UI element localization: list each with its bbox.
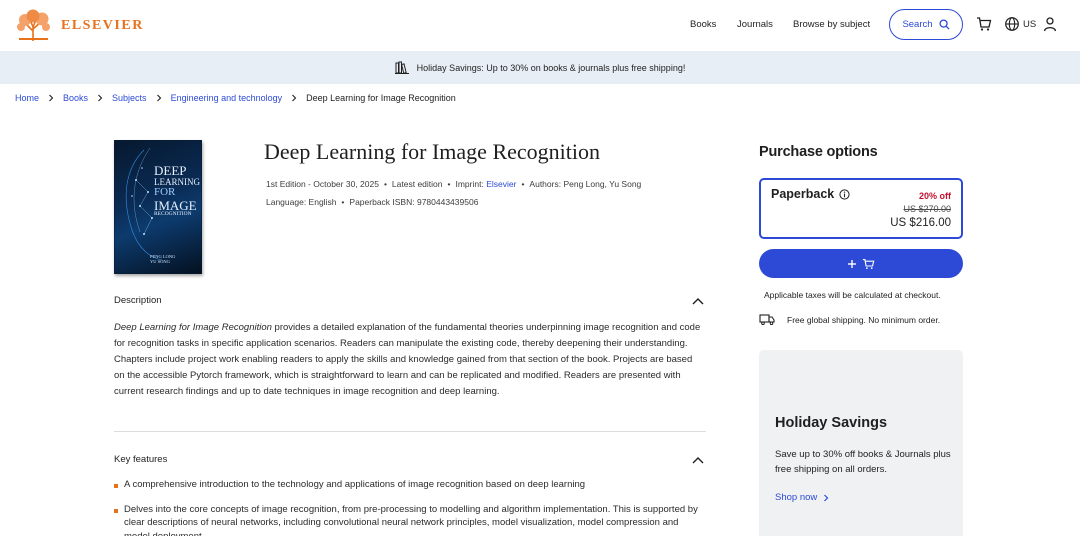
- cart-icon[interactable]: [976, 16, 992, 32]
- book-authors: Authors: Peng Long, Yu Song: [529, 179, 642, 189]
- search-icon: [939, 19, 950, 30]
- feature-text: A comprehensive introduction to the tech…: [124, 479, 586, 490]
- info-icon[interactable]: [839, 188, 850, 200]
- chevron-right-icon: [49, 94, 54, 102]
- option-name-label: Paperback: [771, 187, 835, 201]
- book-language: Language: English: [266, 197, 337, 207]
- holiday-promo-card: Holiday Savings Save up to 30% off books…: [759, 350, 963, 536]
- edition-status: Latest edition: [391, 179, 443, 189]
- page-title: Deep Learning for Image Recognition: [264, 139, 600, 164]
- discount-badge: 20% off: [918, 191, 951, 201]
- cart-icon: [862, 258, 875, 269]
- chevron-up-icon[interactable]: [692, 297, 704, 305]
- site-header: ELSEVIER Books Journals Browse by subjec…: [0, 0, 1080, 51]
- shop-now-label: Shop now: [775, 492, 818, 503]
- promo-banner[interactable]: Holiday Savings: Up to 30% on books & jo…: [0, 51, 1080, 84]
- plus-icon: [848, 259, 856, 268]
- chevron-up-icon[interactable]: [692, 456, 704, 464]
- imprint-link[interactable]: Elsevier: [486, 179, 516, 189]
- book-meta-line-1: 1st Edition - October 30, 2025 • Latest ed…: [266, 179, 642, 189]
- user-icon[interactable]: [1042, 16, 1058, 32]
- nav-journals[interactable]: Journals: [737, 19, 773, 30]
- truck-icon: [759, 314, 775, 325]
- bullet-icon: [114, 508, 118, 513]
- paperback-option[interactable]: Paperback 20% off US $270.00 US $216.00: [759, 178, 963, 239]
- shop-now-link[interactable]: Shop now: [775, 492, 830, 503]
- search-button-label: Search: [902, 19, 933, 30]
- banner-text: Holiday Savings: Up to 30% on books & jo…: [416, 62, 686, 73]
- key-features-list: A comprehensive introduction to the tech…: [114, 478, 706, 536]
- cover-title: DEEP LEARNING FOR IMAGE RECOGNITION: [154, 164, 200, 218]
- cover-title-line: FOR: [154, 186, 176, 199]
- logo-text: ELSEVIER: [61, 17, 144, 33]
- feature-text: Delves into the core concepts of image r…: [124, 503, 698, 536]
- cover-authors: PENG LONG YU SONG: [150, 254, 175, 265]
- cover-title-line: IMAGE: [154, 197, 197, 213]
- cover-title-line: DEEP: [154, 163, 187, 178]
- purchase-options-title: Purchase options: [759, 144, 878, 160]
- old-price: US $270.00: [903, 204, 951, 214]
- breadcrumb-books[interactable]: Books: [63, 93, 88, 103]
- nav-books[interactable]: Books: [690, 19, 716, 30]
- book-cover[interactable]: DEEP LEARNING FOR IMAGE RECOGNITION PENG…: [114, 140, 202, 274]
- books-icon: [394, 61, 409, 74]
- globe-icon[interactable]: [1004, 16, 1020, 32]
- list-item: Delves into the core concepts of image r…: [114, 503, 706, 536]
- promo-text: Save up to 30% off books & Journals plus…: [775, 449, 951, 475]
- shipping-info: Free global shipping. No minimum order.: [759, 314, 940, 325]
- nav-browse-by-subject[interactable]: Browse by subject: [793, 19, 870, 30]
- chevron-right-icon: [824, 494, 829, 501]
- book-meta-line-2: Language: English • Paperback ISBN: 978044…: [266, 197, 479, 207]
- bullet-icon: [114, 484, 118, 488]
- key-features-heading[interactable]: Key features: [114, 454, 167, 465]
- book-isbn: Paperback ISBN: 9780443439506: [349, 197, 479, 207]
- description-heading[interactable]: Description: [114, 295, 162, 306]
- breadcrumb-engineering[interactable]: Engineering and technology: [171, 93, 283, 103]
- tax-note: Applicable taxes will be calculated at c…: [764, 290, 941, 300]
- breadcrumb-current: Deep Learning for Image Recognition: [306, 93, 456, 103]
- option-name: Paperback: [771, 187, 850, 201]
- list-item: A comprehensive introduction to the tech…: [114, 478, 706, 492]
- elsevier-logo[interactable]: ELSEVIER: [15, 9, 144, 42]
- breadcrumb-subjects[interactable]: Subjects: [112, 93, 147, 103]
- cover-title-line: RECOGNITION: [154, 211, 192, 218]
- description-title-italic: Deep Learning for Image Recognition: [114, 322, 272, 333]
- description-body: provides a detailed explanation of the f…: [114, 322, 701, 397]
- current-price: US $216.00: [890, 217, 951, 229]
- search-button[interactable]: Search: [889, 9, 963, 40]
- edition-date: 1st Edition - October 30, 2025: [266, 179, 379, 189]
- region-label[interactable]: US: [1023, 19, 1036, 30]
- chevron-right-icon: [156, 94, 161, 102]
- promo-title: Holiday Savings: [775, 415, 888, 431]
- cover-author: YU SONG: [150, 259, 170, 265]
- elsevier-tree-icon: [15, 9, 52, 42]
- description-text: Deep Learning for Image Recognition prov…: [114, 320, 704, 400]
- section-divider: [114, 431, 706, 432]
- shipping-text: Free global shipping. No minimum order.: [787, 314, 941, 325]
- imprint-label: Imprint:: [455, 179, 484, 189]
- chevron-right-icon: [98, 94, 103, 102]
- breadcrumb-home[interactable]: Home: [15, 93, 39, 103]
- chevron-right-icon: [292, 94, 297, 102]
- add-to-cart-button[interactable]: [759, 249, 963, 278]
- breadcrumb: Home Books Subjects Engineering and tech…: [15, 93, 456, 103]
